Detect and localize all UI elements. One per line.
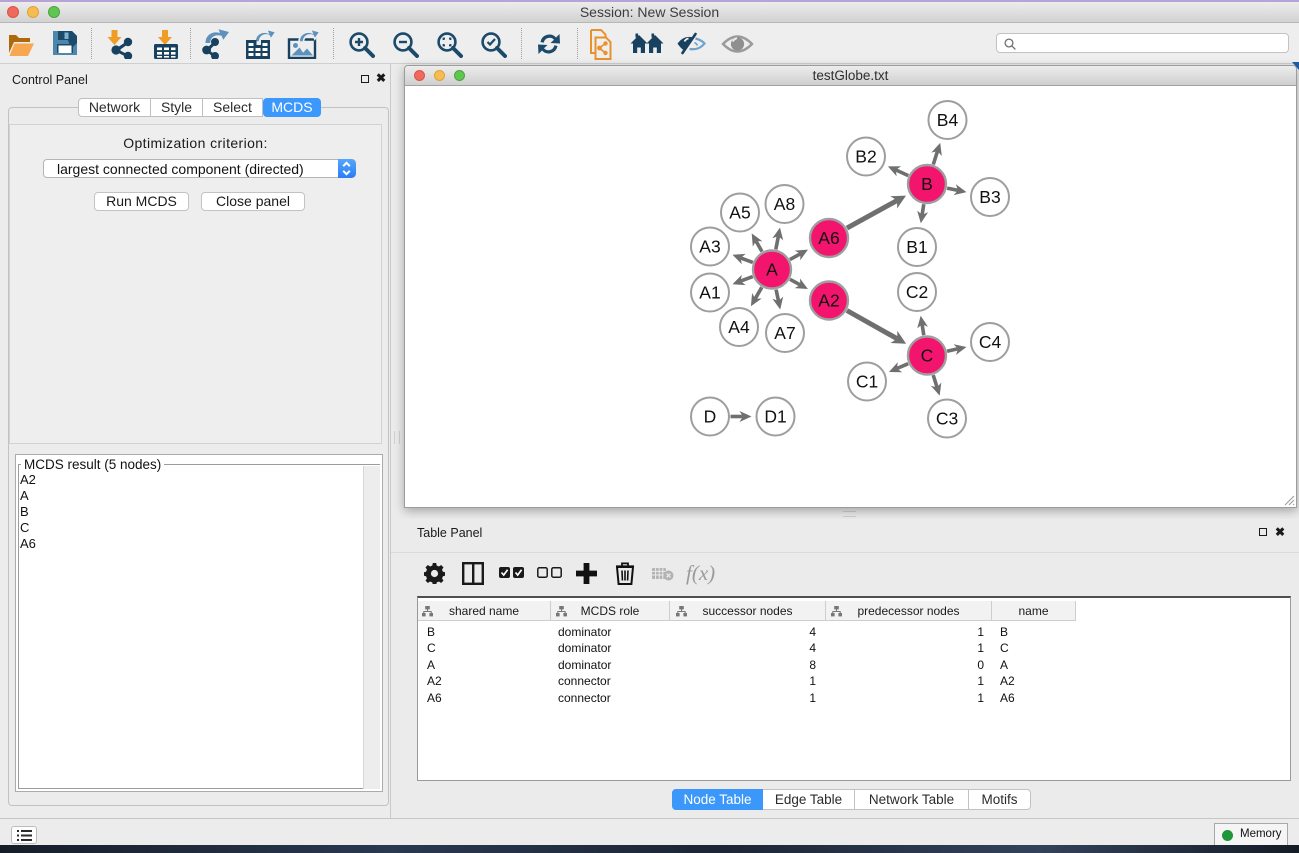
svg-text:A3: A3 <box>699 237 720 257</box>
svg-text:A: A <box>766 260 778 280</box>
svg-text:A4: A4 <box>728 317 750 337</box>
svg-text:B3: B3 <box>979 187 1000 207</box>
svg-text:D: D <box>704 407 717 427</box>
svg-text:B1: B1 <box>906 237 927 257</box>
svg-text:C: C <box>921 346 934 366</box>
svg-text:A1: A1 <box>699 283 720 303</box>
svg-text:C1: C1 <box>856 372 878 392</box>
svg-text:C2: C2 <box>906 282 928 302</box>
svg-text:A2: A2 <box>818 291 839 311</box>
svg-text:A7: A7 <box>774 323 795 343</box>
svg-text:B: B <box>921 174 933 194</box>
svg-text:A8: A8 <box>774 194 795 214</box>
svg-text:A5: A5 <box>729 203 750 223</box>
svg-text:C3: C3 <box>936 409 958 429</box>
svg-text:B4: B4 <box>937 110 959 130</box>
svg-text:D1: D1 <box>764 407 786 427</box>
svg-text:B2: B2 <box>855 147 876 167</box>
svg-text:A6: A6 <box>818 228 839 248</box>
svg-text:C4: C4 <box>979 332 1002 352</box>
